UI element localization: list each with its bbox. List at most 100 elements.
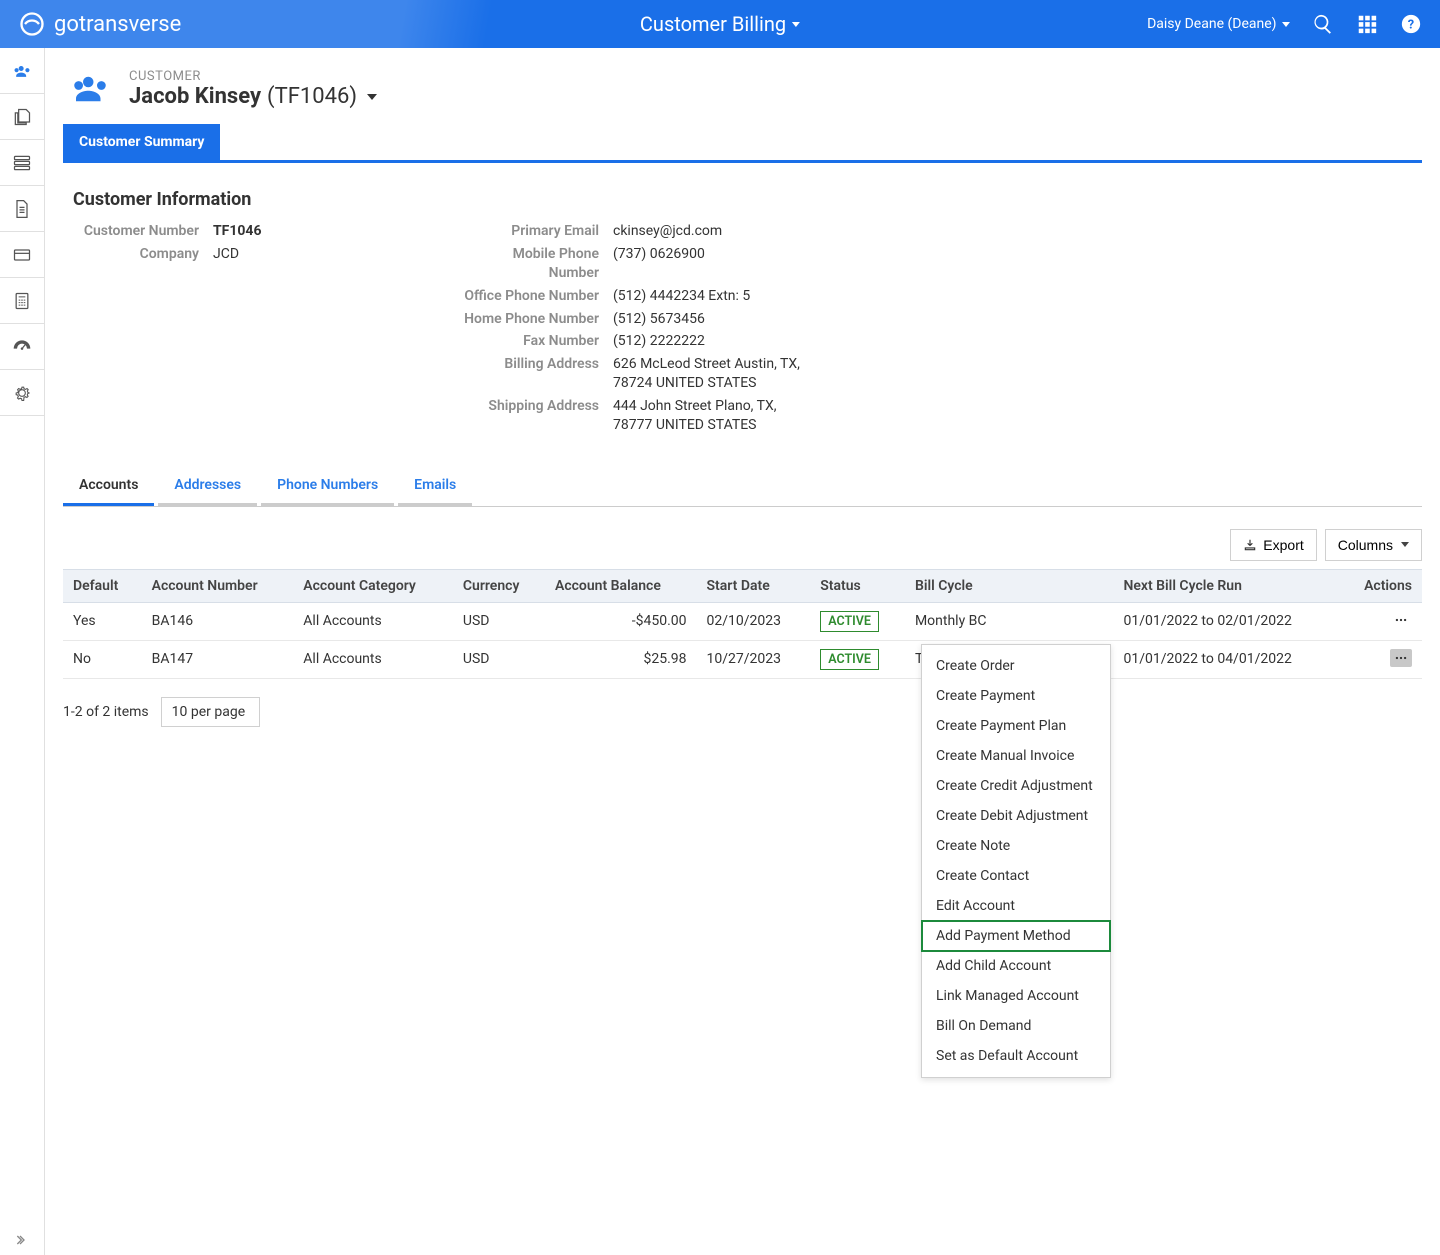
menu-item-edit-account[interactable]: Edit Account [922, 891, 1110, 921]
columns-label: Columns [1338, 537, 1393, 553]
sidebar-item-copy[interactable] [0, 94, 44, 140]
cell: 01/01/2022 to 02/01/2022 [1113, 602, 1340, 640]
menu-item-bill-on-demand[interactable]: Bill On Demand [922, 1011, 1110, 1041]
columns-button[interactable]: Columns [1325, 529, 1422, 561]
app-title-dropdown[interactable]: Customer Billing [640, 12, 800, 36]
subtab-accounts[interactable]: Accounts [63, 467, 154, 506]
app-body: CUSTOMER Jacob Kinsey (TF1046) Customer … [0, 48, 1440, 1255]
sidebar-item-calculator[interactable] [0, 278, 44, 324]
subtab-emails[interactable]: Emails [398, 467, 472, 506]
cell: 10/27/2023 [697, 640, 811, 678]
cell: BA146 [142, 602, 294, 640]
customer-name: Jacob Kinsey [129, 84, 261, 109]
menu-item-create-note[interactable]: Create Note [922, 831, 1110, 861]
column-header[interactable]: Currency [453, 569, 545, 602]
user-menu[interactable]: Daisy Deane (Deane) [1147, 16, 1290, 32]
cell: ACTIVE [810, 602, 905, 640]
column-header[interactable]: Next Bill Cycle Run [1113, 569, 1340, 602]
customers-icon [69, 68, 111, 110]
cell: 02/10/2023 [697, 602, 811, 640]
menu-item-create-payment-plan[interactable]: Create Payment Plan [922, 711, 1110, 741]
menu-item-create-credit-adjustment[interactable]: Create Credit Adjustment [922, 771, 1110, 801]
info-value: JCD [213, 245, 239, 264]
column-header[interactable]: Bill Cycle [905, 569, 1114, 602]
customer-info-grid: Customer NumberTF1046CompanyJCD Primary … [63, 220, 1422, 437]
brand-text: gotransverse [54, 12, 181, 37]
info-value: (737) 0626900 [613, 245, 705, 283]
export-button[interactable]: Export [1230, 529, 1316, 561]
search-icon[interactable] [1312, 13, 1334, 35]
info-row: Fax Number(512) 2222222 [463, 330, 803, 353]
cell-actions [1340, 640, 1422, 678]
info-value: 626 McLeod Street Austin, TX, 78724 UNIT… [613, 355, 803, 393]
app-title: Customer Billing [640, 12, 786, 36]
page-size-dropdown[interactable]: 10 per page [161, 697, 260, 727]
page-header: CUSTOMER Jacob Kinsey (TF1046) [63, 62, 1422, 124]
status-badge: ACTIVE [820, 611, 879, 632]
apps-grid-icon[interactable] [1356, 13, 1378, 35]
menu-item-link-managed-account[interactable]: Link Managed Account [922, 981, 1110, 1011]
header-actions: Daisy Deane (Deane) ? [1147, 13, 1422, 35]
cell: ACTIVE [810, 640, 905, 678]
row-actions-button[interactable] [1390, 649, 1412, 667]
sidebar-item-dashboard[interactable] [0, 324, 44, 370]
column-header[interactable]: Status [810, 569, 905, 602]
table-row: NoBA147All AccountsUSD$25.9810/27/2023AC… [63, 640, 1422, 678]
menu-item-create-payment[interactable]: Create Payment [922, 681, 1110, 711]
menu-item-add-payment-method[interactable]: Add Payment Method [922, 921, 1110, 951]
sidebar-expand[interactable] [0, 1225, 44, 1255]
menu-item-add-child-account[interactable]: Add Child Account [922, 951, 1110, 981]
info-row: CompanyJCD [83, 243, 463, 266]
menu-item-create-manual-invoice[interactable]: Create Manual Invoice [922, 741, 1110, 771]
info-row: Customer NumberTF1046 [83, 220, 463, 243]
page-title-dropdown[interactable]: Jacob Kinsey (TF1046) [129, 84, 377, 109]
menu-item-create-debit-adjustment[interactable]: Create Debit Adjustment [922, 801, 1110, 831]
sidebar [0, 48, 45, 1255]
cell-actions [1340, 602, 1422, 640]
table-toolbar: Export Columns [63, 529, 1422, 561]
cell: 01/01/2022 to 04/01/2022 [1113, 640, 1340, 678]
column-header[interactable]: Account Number [142, 569, 294, 602]
subtab-bar: AccountsAddressesPhone NumbersEmails [63, 467, 1422, 507]
cell: USD [453, 640, 545, 678]
svg-text:?: ? [1408, 18, 1414, 33]
sidebar-item-card[interactable] [0, 232, 44, 278]
info-value: 444 John Street Plano, TX, 78777 UNITED … [613, 397, 803, 435]
column-header[interactable]: Start Date [697, 569, 811, 602]
info-label: Billing Address [463, 355, 613, 393]
subtab-addresses[interactable]: Addresses [158, 467, 257, 506]
section-title-customer-info: Customer Information [73, 189, 1422, 210]
tab-customer-summary[interactable]: Customer Summary [63, 124, 220, 160]
menu-item-create-order[interactable]: Create Order [922, 651, 1110, 681]
column-header[interactable]: Actions [1340, 569, 1422, 602]
export-label: Export [1263, 537, 1303, 553]
info-value: TF1046 [213, 222, 262, 241]
sidebar-item-document[interactable] [0, 186, 44, 232]
caret-down-icon [367, 94, 377, 100]
row-actions-button[interactable] [1390, 611, 1412, 629]
column-header[interactable]: Default [63, 569, 142, 602]
help-icon[interactable]: ? [1400, 13, 1422, 35]
customer-info-right: Primary Emailckinsey@jcd.comMobile Phone… [463, 220, 803, 437]
info-label: Customer Number [83, 222, 213, 241]
brand-icon [18, 10, 46, 38]
subtab-phone-numbers[interactable]: Phone Numbers [261, 467, 394, 506]
sidebar-item-settings[interactable] [0, 370, 44, 416]
user-label: Daisy Deane (Deane) [1147, 16, 1276, 32]
caret-down-icon [1401, 542, 1409, 547]
sidebar-item-servers[interactable] [0, 140, 44, 186]
info-label: Mobile Phone Number [463, 245, 613, 283]
brand-logo[interactable]: gotransverse [18, 10, 181, 38]
menu-item-create-contact[interactable]: Create Contact [922, 861, 1110, 891]
column-header[interactable]: Account Balance [545, 569, 697, 602]
menu-item-set-as-default-account[interactable]: Set as Default Account [922, 1041, 1110, 1071]
column-header[interactable]: Account Category [293, 569, 453, 602]
sidebar-item-customers[interactable] [0, 48, 44, 94]
info-value: (512) 2222222 [613, 332, 705, 351]
row-actions-menu: Create OrderCreate PaymentCreate Payment… [921, 644, 1111, 1078]
info-row: Primary Emailckinsey@jcd.com [463, 220, 803, 243]
cell: $25.98 [545, 640, 697, 678]
status-badge: ACTIVE [820, 649, 879, 670]
customer-info-left: Customer NumberTF1046CompanyJCD [83, 220, 463, 437]
cell: USD [453, 602, 545, 640]
